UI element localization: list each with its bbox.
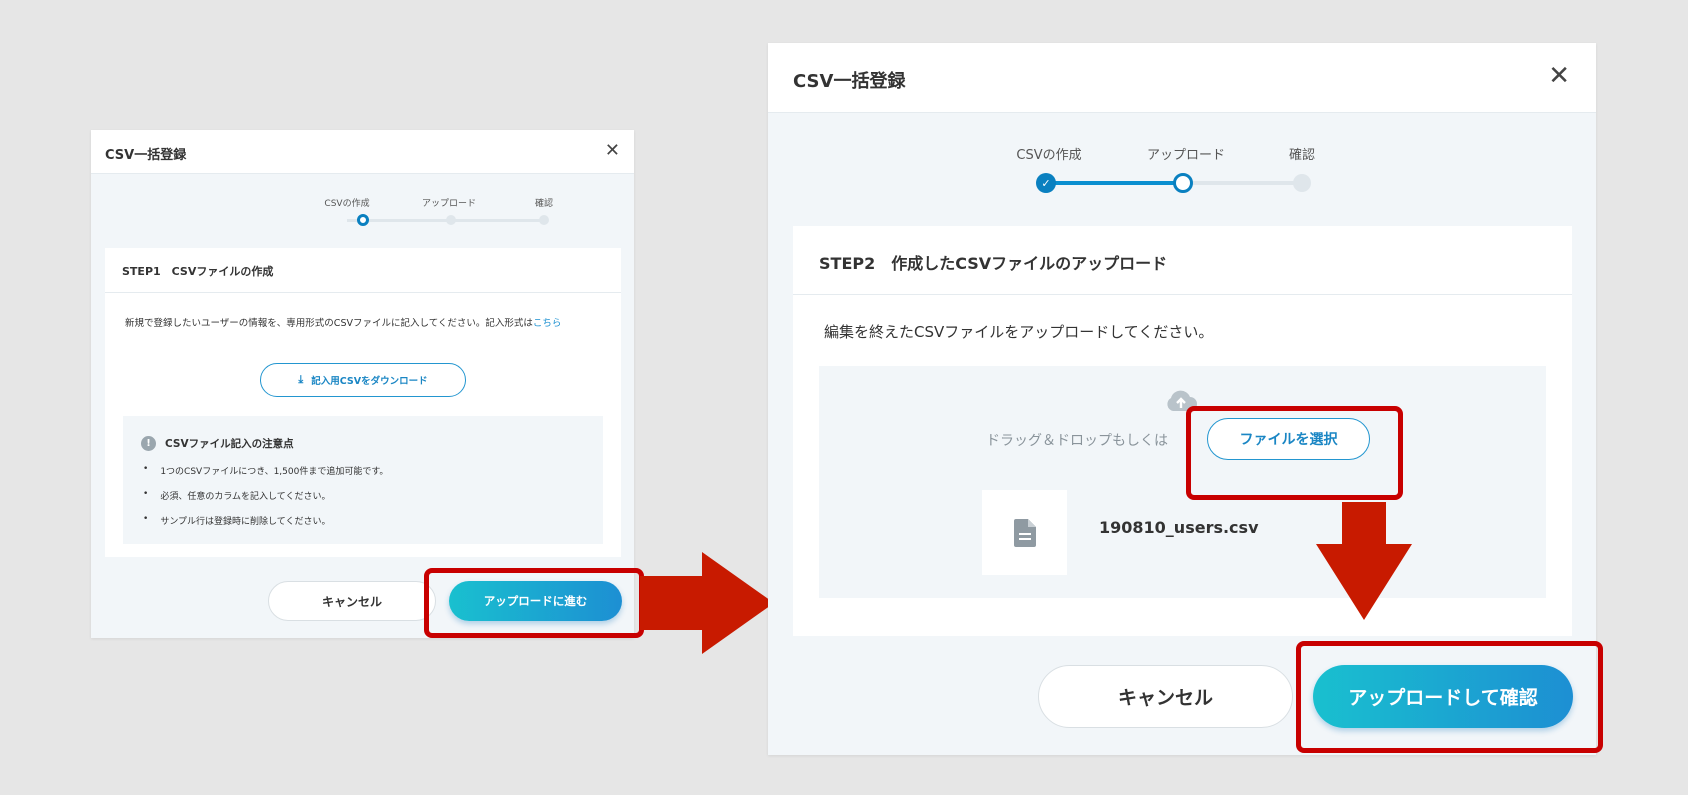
file-name: 190810_users.csv [1099,518,1259,537]
left-step-card: STEP1 CSVファイルの作成 新規で登録したいユーザーの情報を、専用形式のC… [105,248,621,557]
left-desc-text: 新規で登録したいユーザーの情報を、専用形式のCSVファイルに記入してください。記… [125,318,533,329]
step-node-upload [446,215,456,225]
info-icon: ! [141,436,156,451]
step-node-upload [1173,173,1193,193]
step-node-create [357,214,369,226]
highlight-select-button [1186,406,1403,500]
right-cancel-button[interactable]: キャンセル [1038,665,1293,728]
download-csv-button[interactable]: ⤓ 記入用CSVをダウンロード [260,363,466,397]
highlight-upload-confirm-button [1296,641,1603,753]
left-dialog: CSV一括登録 ✕ CSVの作成 アップロード 確認 STEP1 CSVファイル… [91,130,634,638]
left-card-description: 新規で登録したいユーザーの情報を、専用形式のCSVファイルに記入してください。記… [125,315,605,332]
drop-zone[interactable]: ドラッグ＆ドロップもしくは ファイルを選択 190810_users.csv [819,366,1546,598]
left-card-title: STEP1 CSVファイルの作成 [105,248,621,293]
step-label-create: CSVの作成 [324,199,370,209]
right-stepper: CSVの作成 アップロード 確認 ✓ [768,43,1596,203]
step-node-confirm [1293,174,1311,192]
step-node-confirm [539,215,549,225]
step-label-confirm: 確認 [534,199,553,209]
file-icon [1013,518,1036,547]
step-label-upload: アップロード [421,199,476,209]
notice-item-text: 1つのCSVファイルにつき、1,500件まで追加可能です。 [160,467,389,477]
left-cancel-button[interactable]: キャンセル [268,581,436,621]
drop-instruction: ドラッグ＆ドロップもしくは [986,433,1168,449]
step-label-confirm: 確認 [1288,148,1315,163]
format-link[interactable]: こちら [533,318,562,329]
highlight-proceed-button [424,568,644,638]
right-card-description: 編集を終えたCSVファイルをアップロードしてください。 [824,323,1214,341]
right-step-card: STEP2 作成したCSVファイルのアップロード 編集を終えたCSVファイルをア… [793,226,1572,636]
notice-item: • 1つのCSVファイルにつき、1,500件まで追加可能です。 [143,464,389,477]
left-stepper: CSVの作成 アップロード 確認 [91,130,634,230]
notice-item-text: 必須、任意のカラムを記入してください。 [160,492,331,502]
arrow-down-icon [1316,502,1412,620]
step-node-create: ✓ [1036,173,1056,193]
notice-header: ! CSVファイル記入の注意点 [141,436,294,451]
right-card-title: STEP2 作成したCSVファイルのアップロード [793,226,1572,295]
step-track-progress [1046,181,1183,185]
notice-item: • 必須、任意のカラムを記入してください。 [143,489,331,502]
step-label-create: CSVの作成 [1016,148,1082,163]
check-icon: ✓ [1041,176,1051,190]
file-preview [982,490,1067,575]
download-csv-label: 記入用CSVをダウンロード [311,376,428,387]
notice-title: CSVファイル記入の注意点 [165,438,294,450]
notice-box: ! CSVファイル記入の注意点 • 1つのCSVファイルにつき、1,500件まで追… [123,416,603,544]
arrow-right-icon [640,552,774,654]
notice-item: • サンプル行は登録時に削除してください。 [143,514,331,527]
notice-item-text: サンプル行は登録時に削除してください。 [160,517,331,527]
step-label-upload: アップロード [1146,148,1225,163]
notice-list: • 1つのCSVファイルにつき、1,500件まで追加可能です。 • 必須、任意のカラ… [143,464,388,539]
download-icon: ⤓ [298,373,304,386]
